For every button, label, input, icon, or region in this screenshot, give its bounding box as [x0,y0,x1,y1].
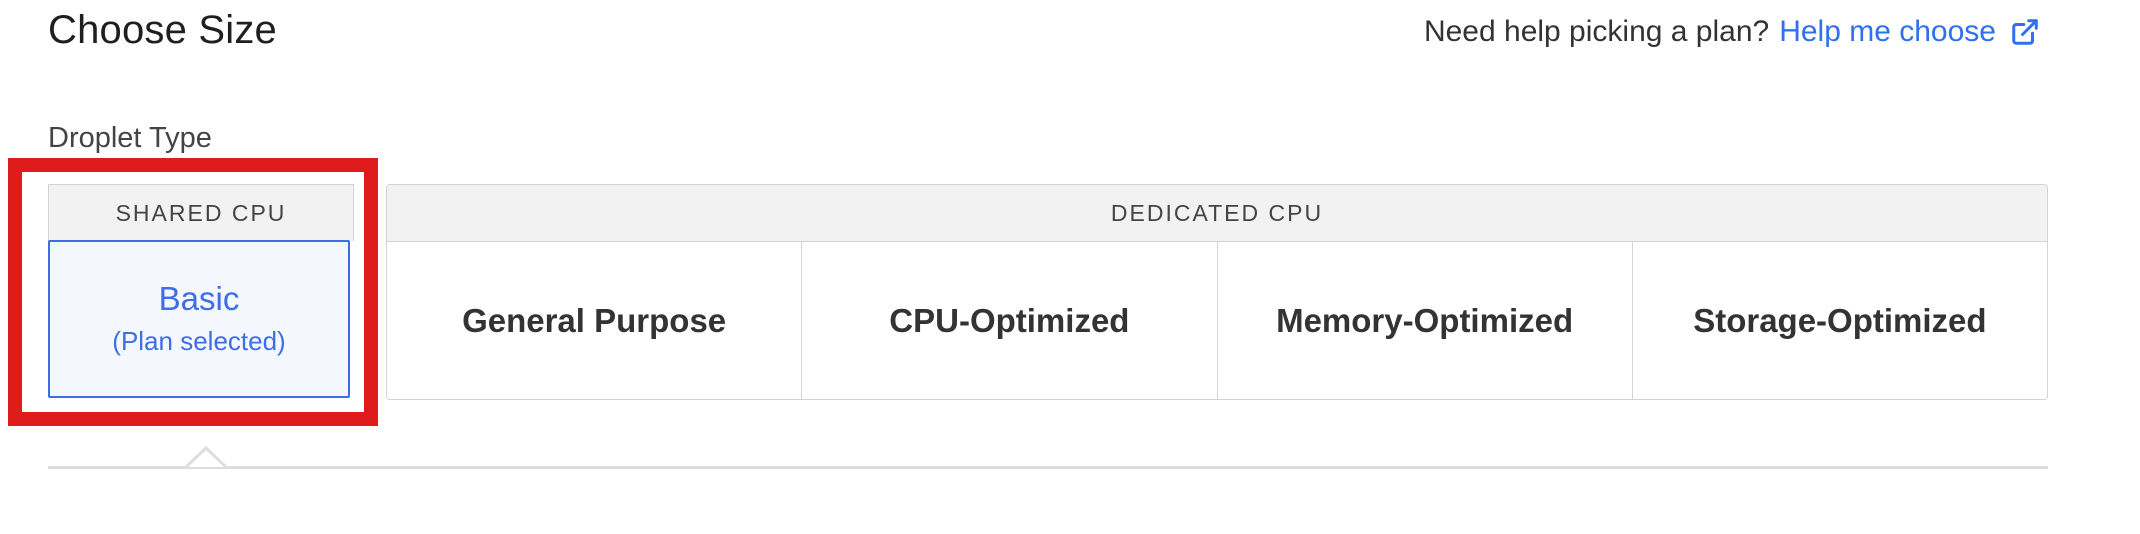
dedicated-cpu-header: DEDICATED CPU [387,185,2047,242]
dedicated-options-row: General Purpose CPU-Optimized Memory-Opt… [387,242,2047,399]
dedicated-cpu-group: DEDICATED CPU General Purpose CPU-Optimi… [386,184,2048,400]
plan-option-cpu-optimized[interactable]: CPU-Optimized [802,242,1218,399]
section-divider [48,466,2048,469]
selection-pointer-notch [186,446,226,468]
plan-option-storage-optimized[interactable]: Storage-Optimized [1633,242,2047,399]
plan-option-basic-label: Basic [158,280,240,318]
help-link-label: Help me choose [1779,15,1996,48]
plan-selected-indicator: (Plan selected) [112,325,286,356]
shared-cpu-group: SHARED CPU Basic (Plan selected) [48,184,354,402]
help-section: Need help picking a plan? Help me choose [1424,15,2040,49]
plan-option-basic[interactable]: Basic (Plan selected) [48,240,350,398]
help-prompt: Need help picking a plan? [1423,15,1770,48]
shared-cpu-header: SHARED CPU [48,184,354,241]
plan-option-memory-optimized[interactable]: Memory-Optimized [1218,242,1633,399]
external-link-icon [2010,17,2040,47]
plan-option-general-purpose[interactable]: General Purpose [387,242,803,399]
help-me-choose-link[interactable]: Help me choose [1779,15,2040,49]
droplet-type-label: Droplet Type [48,122,212,154]
page-title: Choose Size [48,8,277,52]
